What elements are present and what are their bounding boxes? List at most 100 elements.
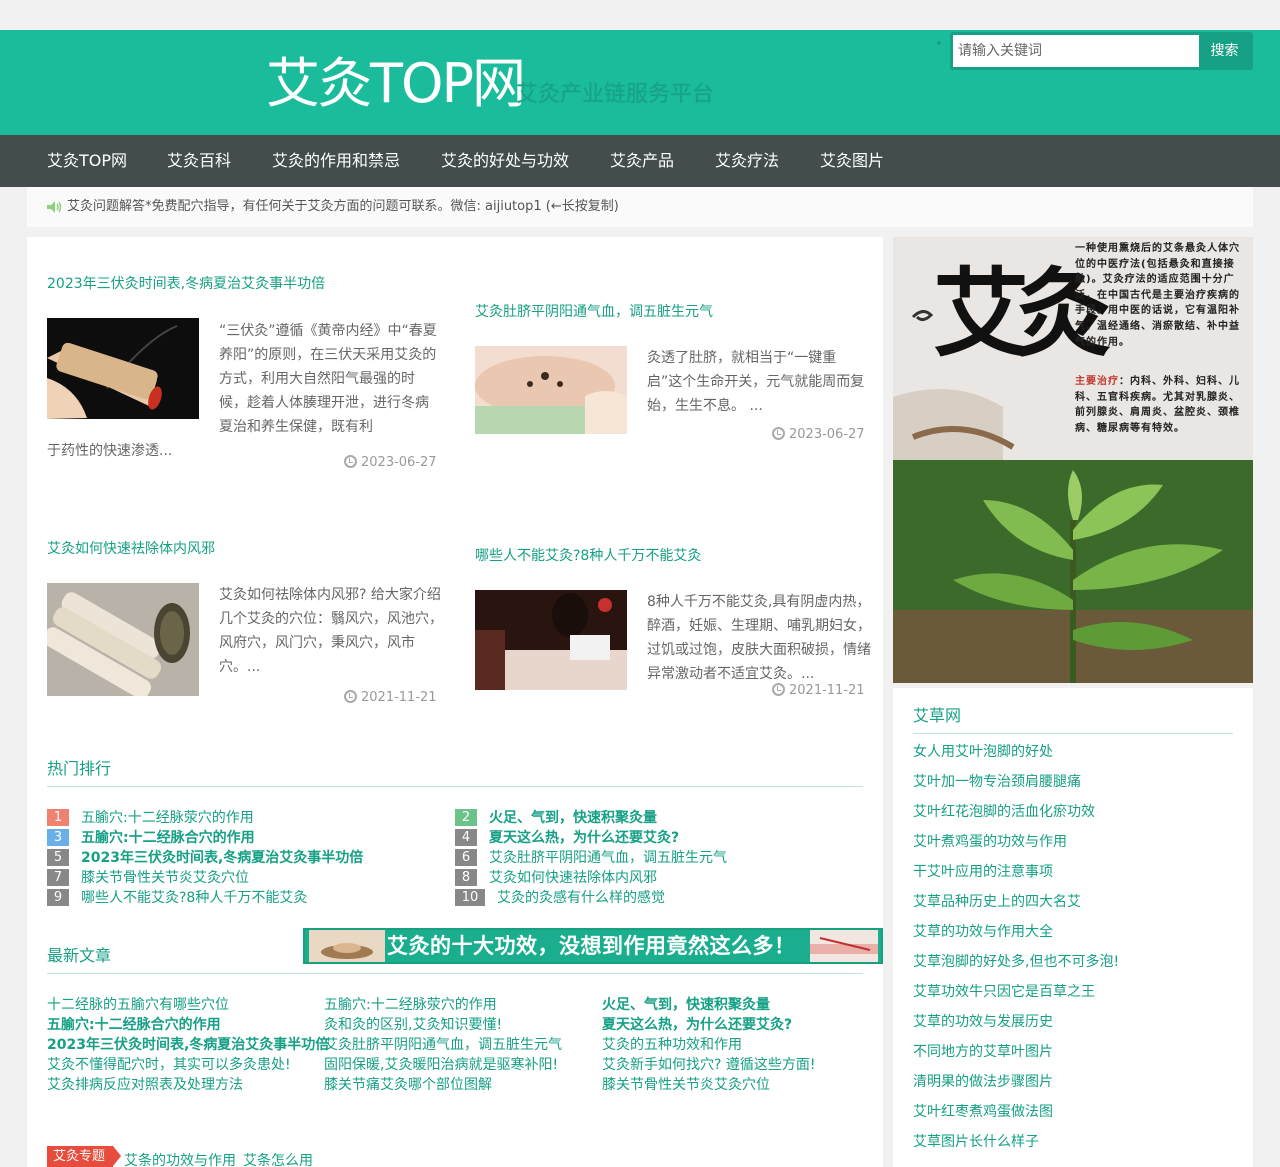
sidebar-link[interactable]: 清明果的做法步骤图片 [913,1071,1053,1091]
rank-item[interactable]: 4 夏天这么热，为什么还要艾灸? [455,829,679,847]
post-title[interactable]: 2023年三伏灸时间表,冬病夏治艾灸事半功倍 [47,273,325,293]
sidebar-link[interactable]: 艾叶煮鸡蛋的功效与作用 [913,831,1067,851]
mugwort-plant-image [893,460,1253,683]
search-dot [937,41,941,45]
navel-moxibustion-image [475,346,627,434]
poster-text: 一种使用熏烧后的艾条悬灸人体穴位的中医疗法(包括悬灸和直接接触)。艾灸疗法的适应… [1075,243,1240,348]
search-button[interactable]: 搜索 [1199,35,1250,67]
poster-subtext: 主要治疗：内科、外科、妇科、儿科、五官科疾病。尤其对乳腺炎、前列腺炎、肩周炎、盆… [1075,374,1247,454]
post-excerpt: 艾灸如何祛除体内风邪? 给大家介绍几个艾灸的穴位：翳风穴，风池穴，风府穴，风门穴… [219,587,443,675]
banner-right-image [810,930,878,962]
post-date: 2023-06-27 [344,455,437,470]
latest-article-link[interactable]: 夏天这么热，为什么还要艾灸? [602,1015,792,1035]
latest-article-link[interactable]: 艾灸不懂得配穴时，其实可以多灸患处! [47,1055,291,1075]
sidebar-link[interactable]: 艾草泡脚的好处多,但也不可多泡! [913,951,1119,971]
latest-article-link[interactable]: 艾灸新手如何找穴? 遵循这些方面! [602,1055,816,1075]
clock-icon [772,427,785,440]
therapy-scene-image [475,590,627,690]
rank-item[interactable]: 5 2023年三伏灸时间表,冬病夏治艾灸事半功倍 [47,849,363,867]
sidebar-title: 艾草网 [913,706,962,725]
main-nav: 艾灸TOP网 艾灸百科 艾灸的作用和禁忌 艾灸的好处与功效 艾灸产品 艾灸疗法 … [0,135,1280,187]
rank-item[interactable]: 6 艾灸肚脐平阴阳通气血，调五脏生元气 [455,849,727,867]
sidebar-link[interactable]: 艾草品种历史上的四大名艾 [913,891,1081,911]
rank-item[interactable]: 3 五腧穴:十二经脉合穴的作用 [47,829,255,847]
banner-text: 艾灸的十大功效，没想到作用竟然这么多！ [387,934,796,958]
latest-article-link[interactable]: 艾灸的五种功效和作用 [602,1035,742,1055]
rank-item[interactable]: 1 五腧穴:十二经脉荥穴的作用 [47,809,254,827]
latest-article-link[interactable]: 膝关节痛艾灸哪个部位图解 [324,1075,492,1095]
search-box: 请输入关键词 搜索 [950,32,1253,70]
topic-link[interactable]: 艾条怎么用 [243,1150,313,1167]
post-date: 2021-11-21 [344,690,437,705]
nav-item-benefits[interactable]: 艾灸的好处与功效 [441,135,569,187]
latest-article-link[interactable]: 固阳保暖,艾灸暖阳治病就是驱寒补阳! [324,1055,558,1075]
sidebar-link[interactable]: 艾草的功效与作用大全 [913,921,1053,941]
sidebar-link[interactable]: 艾叶红花泡脚的活血化瘀功效 [913,801,1095,821]
sidebar-link[interactable]: 艾草功效牛只因它是百草之王 [913,981,1095,1001]
latest-article-link[interactable]: 艾灸排病反应对照表及处理方法 [47,1075,243,1095]
post-excerpt-top: “三伏灸”遵循《黄帝内经》中“春夏养阳”的原则，在三伏天采用艾灸的方式，利用大自… [219,319,439,439]
sidebar-link[interactable]: 干艾叶应用的注意事项 [913,861,1053,881]
latest-article-link[interactable]: 膝关节骨性关节炎艾灸穴位 [602,1075,770,1095]
sidebar-divider [913,733,1233,734]
moxibustion-poster[interactable]: 艾灸 一种使用熏烧后的艾条悬灸人体穴位的中医疗法(包括悬灸和直接接触)。艾灸疗法… [893,237,1253,460]
promo-banner[interactable]: 艾灸的十大功效，没想到作用竟然这么多！ [303,928,883,964]
nav-item-therapy[interactable]: 艾灸疗法 [715,135,779,187]
rank-item[interactable]: 8 艾灸如何快速祛除体内风邪 [455,869,657,887]
post-thumbnail[interactable] [47,318,199,419]
nav-item-pictures[interactable]: 艾灸图片 [820,135,884,187]
post-thumbnail[interactable] [475,590,627,690]
post-excerpt: 灸透了肚脐，就相当于“一键重启”这个生命开关，元气就能周而复始，生生不息。 ..… [647,350,865,414]
latest-article-link[interactable]: 灸和灸的区别,艾灸知识要懂! [324,1015,502,1035]
post-title[interactable]: 哪些人不能艾灸?8种人千万不能艾灸 [475,545,701,565]
poster-sub-label: 主要治疗 [1075,376,1119,387]
sidebar-link[interactable]: 艾叶红枣煮鸡蛋做法图 [913,1101,1053,1121]
sidebar-link[interactable]: 艾叶加一物专治颈肩腰腿痛 [913,771,1081,791]
latest-article-link[interactable]: 火足、气到，快速积聚灸量 [602,995,770,1015]
post-title[interactable]: 艾灸如何快速祛除体内风邪 [47,538,215,558]
site-slogan: 艾灸产业链服务平台 [516,82,715,107]
mugwort-image[interactable] [893,460,1253,683]
sidebar-link[interactable]: 不同地方的艾草叶图片 [913,1041,1053,1061]
rank-item[interactable]: 10 艾灸的灸感有什么样的感觉 [455,889,665,907]
notice-text: 艾灸问题解答*免费配穴指导，有任何关于艾灸方面的问题可联系。微信: aijiut… [67,199,619,214]
latest-article-link[interactable]: 2023年三伏灸时间表,冬病夏治艾灸事半功倍 [47,1035,329,1055]
latest-article-link[interactable]: 十二经脉的五腧穴有哪些穴位 [47,995,229,1015]
site-header: 艾灸TOP网 艾灸产业链服务平台 请输入关键词 搜索 [0,30,1280,135]
site-logo[interactable]: 艾灸TOP网 [266,52,526,116]
post-thumbnail[interactable] [475,346,627,447]
poster-title: 艾灸 [933,257,1111,370]
post-excerpt: 8种人千万不能艾灸,具有阴虚内热，醉酒，妊娠、生理期、哺乳期妇女，过饥或过饱，皮… [647,594,871,682]
main-content: 2023年三伏灸时间表,冬病夏治艾灸事半功倍 “三伏灸”遵循《黄帝内经》中“春夏… [27,237,883,1167]
sidebar-link[interactable]: 女人用艾叶泡脚的好处 [913,741,1053,761]
moxa-stick-image [47,318,199,419]
post-date: 2023-06-27 [772,427,865,442]
banner-left-image [309,930,385,962]
rank-item[interactable]: 9 哪些人不能艾灸?8种人千万不能艾灸 [47,889,307,907]
nav-item-encyclopedia[interactable]: 艾灸百科 [167,135,231,187]
post-excerpt: “三伏灸”遵循《黄帝内经》中“春夏养阳”的原则，在三伏天采用艾灸的方式，利用大自… [219,323,437,435]
post-date: 2021-11-21 [772,683,865,698]
clock-icon [772,683,785,696]
sidebar-link[interactable]: 艾草图片长什么样子 [913,1131,1039,1151]
nav-item-home[interactable]: 艾灸TOP网 [47,135,127,187]
post-title[interactable]: 艾灸肚脐平阴阳通气血，调五脏生元气 [475,301,713,321]
sidebar-link[interactable]: 艾草的功效与发展历史 [913,1011,1053,1031]
nav-item-effects-taboos[interactable]: 艾灸的作用和禁忌 [272,135,400,187]
rank-item[interactable]: 2 火足、气到，快速积聚灸量 [455,809,657,827]
post-thumbnail[interactable] [47,583,199,696]
rank-item[interactable]: 7 膝关节骨性关节炎艾灸穴位 [47,869,249,887]
latest-article-link[interactable]: 五腧穴:十二经脉合穴的作用 [47,1015,221,1035]
nav-item-products[interactable]: 艾灸产品 [610,135,674,187]
topic-tag[interactable]: 艾灸专题 [47,1146,122,1167]
section-divider [47,786,863,787]
search-input[interactable]: 请输入关键词 [953,35,1199,67]
speaker-icon [47,201,62,213]
clock-icon [344,690,357,703]
hot-ranking-title: 热门排行 [47,759,112,778]
topic-link[interactable]: 艾条的功效与作用 [124,1150,236,1167]
latest-articles-title: 最新文章 [47,946,112,965]
moxa-rolls-image [47,583,199,696]
latest-article-link[interactable]: 艾灸肚脐平阴阳通气血，调五脏生元气 [324,1035,562,1055]
latest-article-link[interactable]: 五腧穴:十二经脉荥穴的作用 [324,995,497,1015]
